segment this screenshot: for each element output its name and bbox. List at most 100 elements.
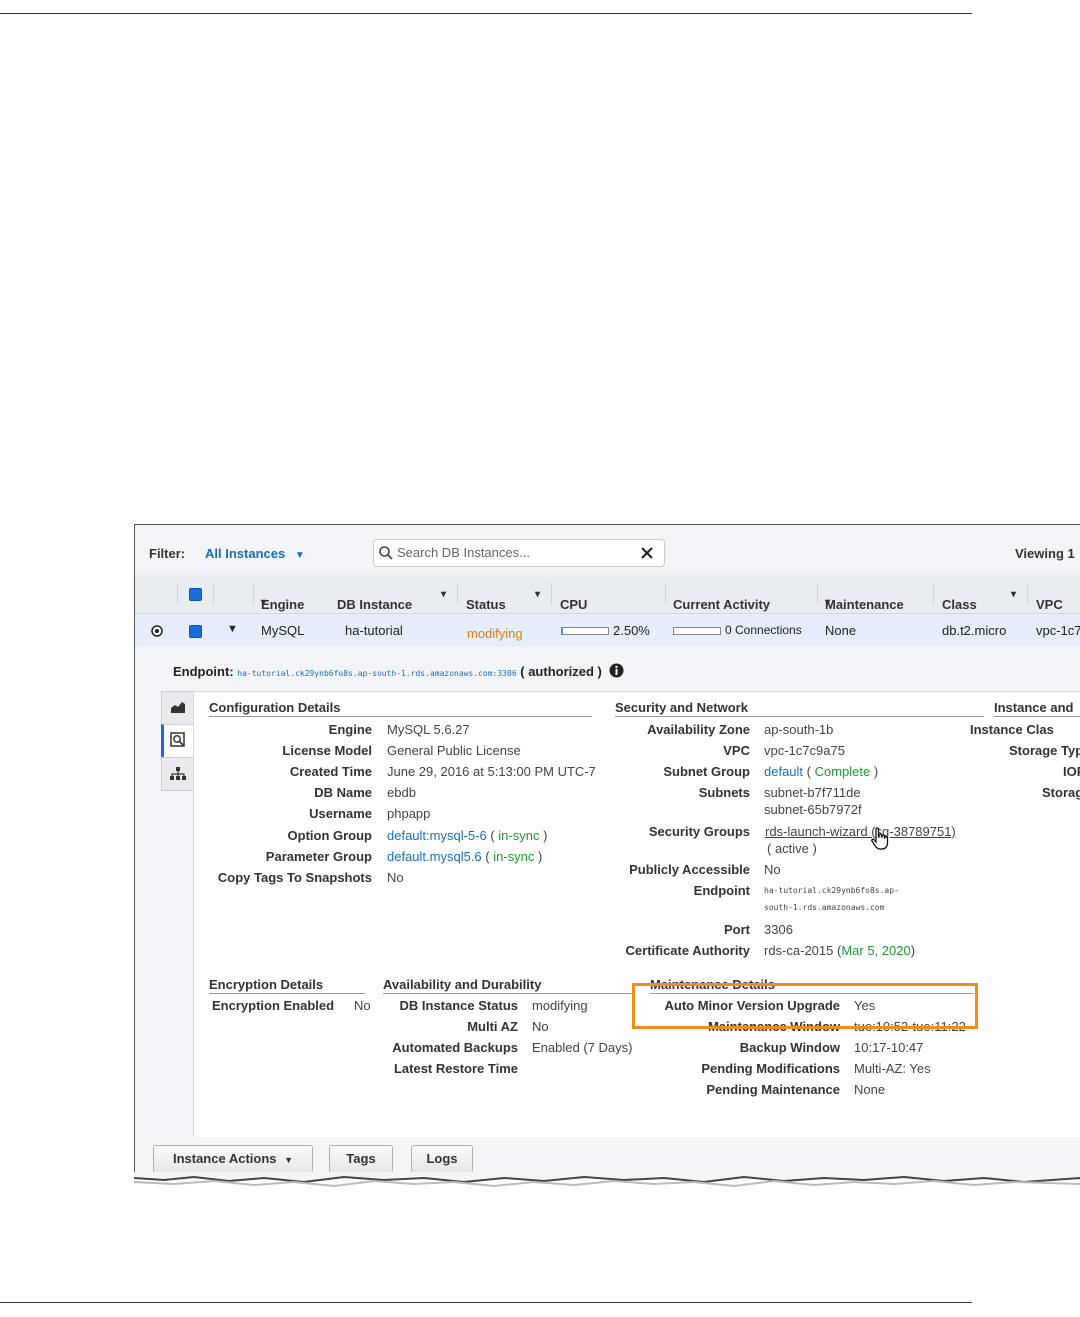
search-input[interactable]: Search DB Instances... bbox=[373, 539, 665, 567]
activity-bar bbox=[673, 627, 721, 635]
config-param-key: Parameter Group bbox=[265, 849, 372, 864]
config-copytags-key: Copy Tags To Snapshots bbox=[217, 870, 372, 885]
maintenance-backup-value: 10:17-10:47 bbox=[854, 1040, 924, 1055]
subnet-link-2[interactable]: subnet-65b7972f bbox=[764, 802, 862, 817]
expand-caret-icon[interactable]: ▼ bbox=[227, 623, 238, 635]
column-db-instance-label: DB Instance bbox=[337, 597, 413, 612]
parameter-group-status: in-sync bbox=[493, 849, 535, 864]
instance-storage-section-title: Instance and bbox=[994, 700, 1080, 717]
config-username-key: Username bbox=[309, 806, 372, 821]
column-class-label: Class bbox=[942, 597, 977, 612]
security-vpc-link[interactable]: vpc-1c7c9a75 bbox=[764, 743, 845, 758]
security-endpoint-line1: ha-tutorial.ck29ynb6fo8s.ap- bbox=[764, 886, 899, 895]
security-vpc-key: VPC bbox=[723, 743, 750, 758]
config-copytags-value: No bbox=[387, 870, 404, 885]
column-status-label: Status bbox=[466, 597, 506, 612]
row-activity: 0 Connections bbox=[725, 623, 802, 637]
filter-bar: Filter: All Instances ▼ Search DB Instan… bbox=[135, 525, 1080, 575]
availability-restore-key: Latest Restore Time bbox=[393, 1061, 518, 1076]
security-section-title: Security and Network bbox=[615, 700, 984, 717]
security-ca-value: rds-ca-2015 bbox=[764, 943, 834, 958]
column-separator bbox=[457, 583, 458, 605]
row-checkbox[interactable] bbox=[189, 625, 202, 638]
encryption-section-title: Encryption Details bbox=[209, 977, 365, 994]
column-separator bbox=[665, 583, 666, 605]
row-cpu: 2.50% bbox=[613, 623, 650, 638]
maintenance-pending-maint-value: None bbox=[854, 1082, 886, 1097]
config-username-value: phpapp bbox=[387, 806, 431, 821]
column-cpu-label: CPU bbox=[560, 597, 588, 612]
subnet-link-1[interactable]: subnet-b7f711de bbox=[764, 785, 861, 800]
instance-actions-button[interactable]: Instance Actions ▼ bbox=[153, 1145, 313, 1173]
table-row[interactable]: ▼ MySQL ha-tutorial modifying 2.50% 0 Co… bbox=[135, 614, 1080, 647]
rds-console-screenshot: Filter: All Instances ▼ Search DB Instan… bbox=[134, 524, 1080, 1176]
logs-button[interactable]: Logs bbox=[411, 1145, 473, 1173]
column-vpc-label: VPC bbox=[1036, 597, 1063, 612]
security-ca-key: Certificate Authority bbox=[625, 943, 750, 958]
filter-dropdown[interactable]: All Instances ▼ bbox=[205, 546, 305, 561]
hierarchy-icon bbox=[170, 767, 186, 780]
config-license-value: General Public License bbox=[387, 743, 521, 758]
tags-button[interactable]: Tags bbox=[329, 1145, 393, 1173]
instance-class-key: Instance Clas bbox=[970, 722, 1054, 737]
config-section-title: Configuration Details bbox=[209, 700, 592, 717]
column-engine-label: Engine bbox=[261, 597, 305, 612]
close-icon[interactable] bbox=[640, 546, 654, 560]
row-engine: MySQL bbox=[261, 623, 305, 638]
availability-backups-key: Automated Backups bbox=[392, 1040, 518, 1055]
availability-status-key: DB Instance Status bbox=[399, 998, 518, 1013]
row-db-instance: ha-tutorial bbox=[345, 623, 403, 638]
torn-edge bbox=[134, 1172, 1080, 1188]
parameter-group-link[interactable]: default.mysql5.6 bbox=[387, 849, 482, 864]
tab-monitoring[interactable] bbox=[161, 691, 195, 725]
info-icon[interactable] bbox=[609, 663, 624, 678]
encryption-enabled-value: No bbox=[354, 998, 371, 1013]
radio-selected-icon[interactable] bbox=[151, 625, 163, 637]
tab-topology[interactable] bbox=[161, 757, 195, 791]
maintenance-pending-mod-value: Multi-AZ: Yes bbox=[854, 1061, 931, 1076]
security-groups-highlight bbox=[632, 983, 978, 1029]
magnifier-page-icon bbox=[170, 732, 185, 747]
config-license-key: License Model bbox=[282, 743, 372, 758]
row-vpc: vpc-1c7 bbox=[1036, 623, 1080, 638]
security-public-value: No bbox=[764, 862, 781, 877]
sort-caret-icon: ▾ bbox=[535, 589, 541, 600]
details-panel: Configuration Details Engine MySQL 5.6.27… bbox=[193, 691, 1080, 1138]
filter-label: Filter: bbox=[149, 546, 186, 561]
security-endpoint-key: Endpoint bbox=[693, 883, 750, 898]
config-engine-key: Engine bbox=[328, 722, 372, 737]
tab-details[interactable] bbox=[161, 724, 195, 758]
sort-caret-icon: ▾ bbox=[261, 597, 267, 608]
security-endpoint-line2: south-1.rds.amazonaws.com bbox=[764, 903, 885, 912]
table-header: Engine ▾ DB Instance ▾ Status ▾ CPU Curr… bbox=[135, 575, 1080, 614]
config-dbname-key: DB Name bbox=[314, 785, 372, 800]
instance-actions-label: Instance Actions bbox=[172, 1151, 277, 1166]
config-option-key: Option Group bbox=[287, 828, 372, 843]
column-separator bbox=[551, 583, 552, 605]
security-az-key: Availability Zone bbox=[647, 722, 750, 737]
viewing-count: Viewing 1 bbox=[1015, 546, 1075, 561]
maintenance-pending-mod-key: Pending Modifications bbox=[701, 1061, 840, 1076]
column-separator bbox=[1027, 583, 1028, 605]
sort-caret-icon: ▾ bbox=[1011, 589, 1017, 600]
security-group-link[interactable]: rds-launch-wizard (sg-38789751) bbox=[765, 824, 956, 839]
bottom-rule bbox=[0, 1302, 972, 1303]
column-separator bbox=[253, 583, 254, 605]
option-group-link[interactable]: default:mysql-5-6 bbox=[387, 828, 487, 843]
security-groups-key: Security Groups bbox=[648, 824, 750, 839]
row-maintenance: None bbox=[825, 623, 857, 638]
tags-label: Tags bbox=[346, 1151, 376, 1166]
sort-caret-icon: ▾ bbox=[825, 597, 831, 608]
top-rule bbox=[0, 13, 972, 14]
subnet-group-status: Complete bbox=[814, 764, 871, 779]
detail-view-tabs bbox=[161, 691, 195, 793]
storage-type-key: Storage Typ bbox=[1009, 743, 1080, 758]
endpoint-status: ( authorized ) bbox=[520, 664, 602, 679]
security-port-key: Port bbox=[724, 922, 750, 937]
subnet-group-link[interactable]: default bbox=[764, 764, 803, 779]
chevron-down-icon: ▼ bbox=[284, 1155, 294, 1165]
select-all-checkbox[interactable] bbox=[189, 588, 202, 601]
logs-label: Logs bbox=[426, 1151, 458, 1166]
availability-status-value: modifying bbox=[532, 998, 588, 1013]
endpoint-label: Endpoint: bbox=[173, 664, 234, 679]
